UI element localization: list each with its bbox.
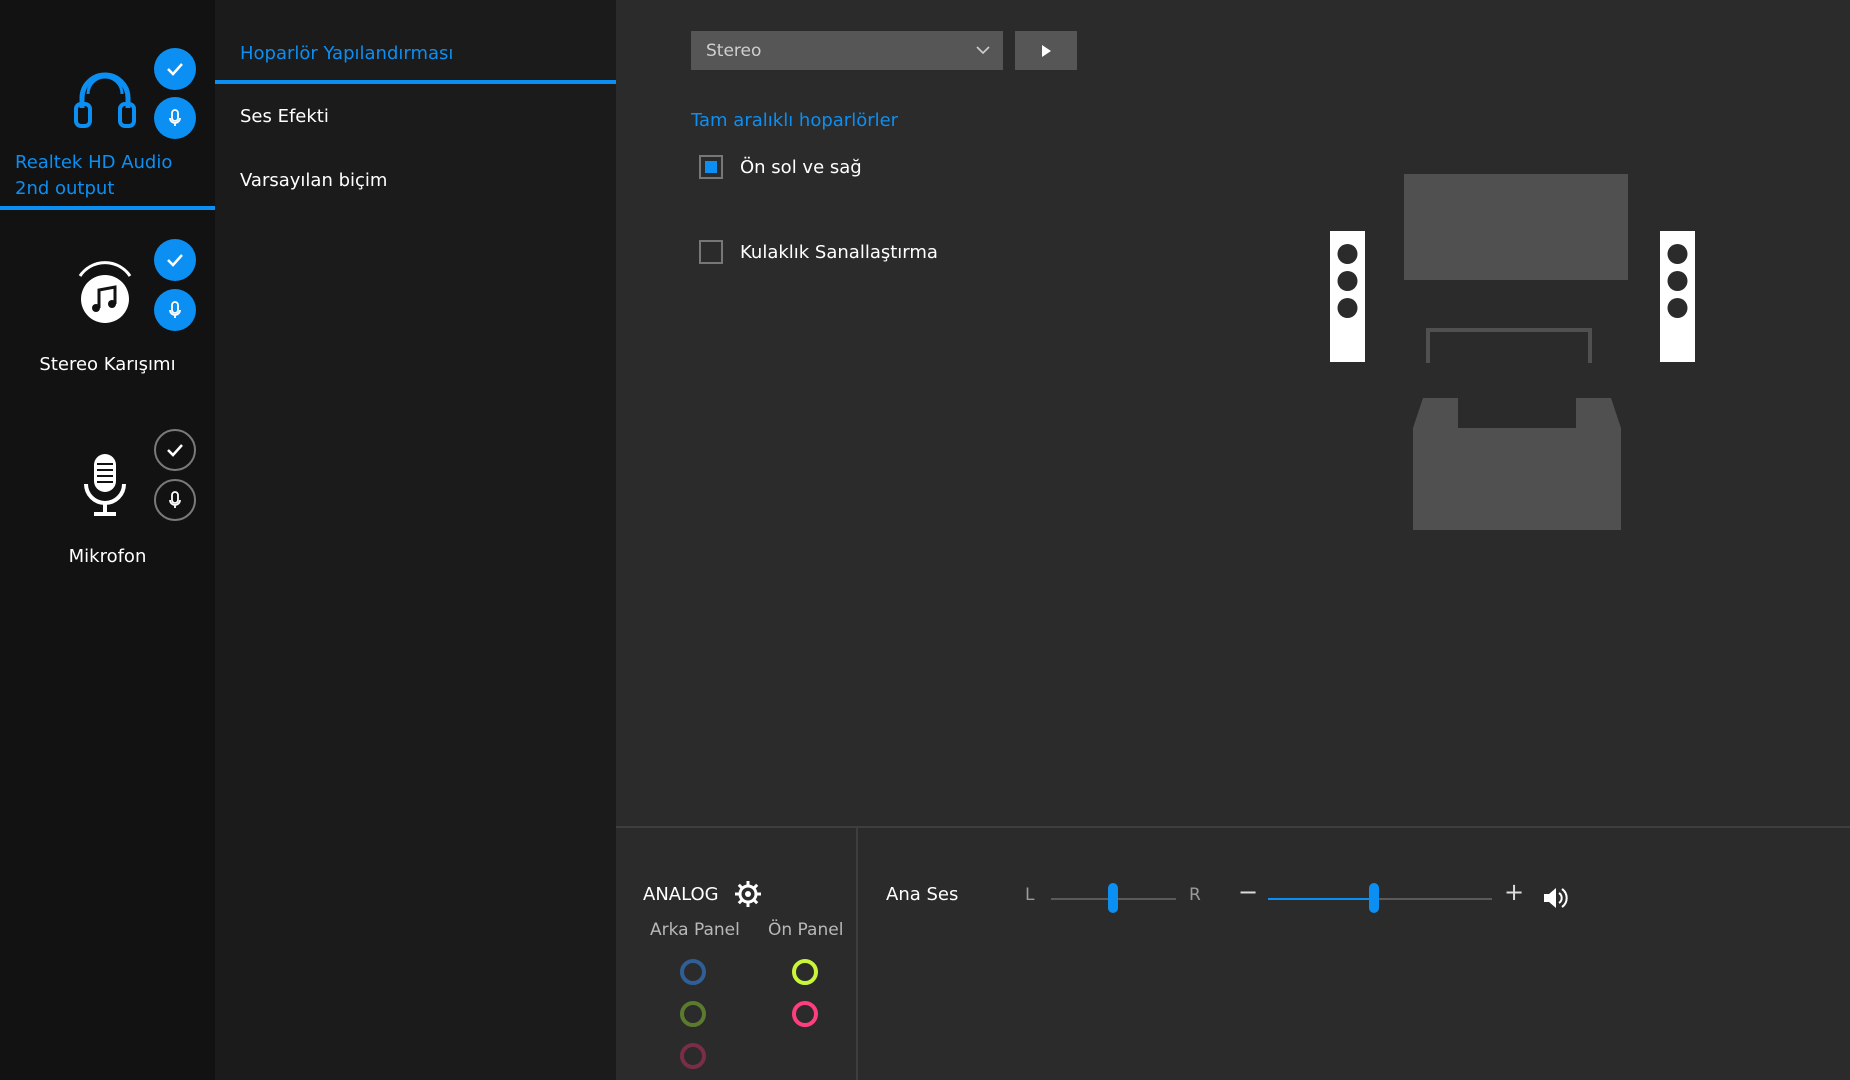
headphones-icon bbox=[74, 72, 136, 128]
table-shape bbox=[1426, 328, 1592, 363]
device-label: Realtek HD Audio 2nd output bbox=[15, 152, 173, 199]
microphone-icon bbox=[84, 454, 126, 516]
device-label: Stereo Karışımı bbox=[39, 354, 176, 375]
speaker-config-panel: Stereo Tam aralıklı hoparlörler Ön sol v… bbox=[616, 0, 1850, 826]
speaker-config-dropdown[interactable]: Stereo bbox=[691, 31, 1003, 70]
rear-panel-label: Arka Panel bbox=[650, 920, 740, 940]
default-device-check-icon[interactable] bbox=[154, 429, 196, 471]
option-label: Kulaklık Sanallaştırma bbox=[740, 241, 938, 263]
music-note-icon bbox=[78, 261, 132, 323]
front-left-right-checkbox[interactable] bbox=[699, 155, 723, 179]
full-range-speakers-heading: Tam aralıklı hoparlörler bbox=[691, 110, 899, 131]
speaker-front-right[interactable] bbox=[1660, 231, 1695, 362]
device-microphone[interactable]: Mikrofon bbox=[0, 402, 215, 592]
default-comm-mic-icon[interactable] bbox=[154, 289, 196, 331]
analog-title: ANALOG bbox=[643, 884, 719, 905]
device-sidebar: Realtek HD Audio 2nd output Stereo Karış… bbox=[0, 0, 215, 1080]
default-comm-mic-icon[interactable] bbox=[154, 97, 196, 139]
volume-slider-fill bbox=[1268, 898, 1374, 900]
play-icon bbox=[1042, 44, 1051, 57]
volume-increase-button[interactable]: + bbox=[1504, 878, 1524, 906]
active-device-underline bbox=[0, 206, 215, 210]
tab-speaker-configuration[interactable]: Hoparlör Yapılandırması bbox=[240, 43, 453, 64]
rear-jack-green[interactable] bbox=[680, 1001, 706, 1027]
front-left-right-option[interactable]: Ön sol ve sağ bbox=[699, 155, 862, 179]
checkbox-checked-mark bbox=[705, 161, 717, 173]
volume-slider-thumb[interactable] bbox=[1369, 883, 1379, 913]
sofa-shape bbox=[1413, 398, 1621, 530]
headphone-virtualization-option[interactable]: Kulaklık Sanallaştırma bbox=[699, 240, 938, 264]
rear-jack-blue[interactable] bbox=[680, 959, 706, 985]
speaker-front-left[interactable] bbox=[1330, 231, 1365, 362]
front-jack-pink[interactable] bbox=[792, 1001, 818, 1027]
master-volume-label: Ana Ses bbox=[886, 884, 959, 905]
test-play-button[interactable] bbox=[1015, 31, 1077, 70]
device-realtek-output[interactable]: Realtek HD Audio 2nd output bbox=[0, 0, 215, 212]
default-device-check-icon[interactable] bbox=[154, 48, 196, 90]
tab-default-format[interactable]: Varsayılan biçim bbox=[240, 170, 387, 191]
gear-icon[interactable] bbox=[734, 880, 762, 908]
default-comm-mic-icon[interactable] bbox=[154, 479, 196, 521]
front-jack-green[interactable] bbox=[792, 959, 818, 985]
screen-shape bbox=[1404, 174, 1628, 280]
device-stereo-mix[interactable]: Stereo Karışımı bbox=[0, 212, 215, 402]
device-label: Mikrofon bbox=[68, 546, 147, 567]
bottom-bar: ANALOG Arka Panel Ön Panel Ana Ses L R −… bbox=[616, 826, 1850, 1080]
settings-tabs: Hoparlör Yapılandırması Ses Efekti Varsa… bbox=[215, 0, 616, 1080]
chevron-down-icon bbox=[976, 46, 990, 55]
option-label: Ön sol ve sağ bbox=[740, 156, 862, 178]
tab-sound-effect[interactable]: Ses Efekti bbox=[240, 106, 329, 127]
balance-right-label: R bbox=[1189, 885, 1201, 905]
balance-slider-thumb[interactable] bbox=[1108, 883, 1118, 913]
rear-jack-pink[interactable] bbox=[680, 1043, 706, 1069]
dropdown-value: Stereo bbox=[706, 40, 762, 61]
speaker-volume-icon[interactable] bbox=[1542, 886, 1570, 910]
active-tab-underline bbox=[215, 80, 616, 84]
headphone-virtualization-checkbox[interactable] bbox=[699, 240, 723, 264]
speaker-layout-illustration bbox=[1330, 174, 1695, 530]
volume-decrease-button[interactable]: − bbox=[1238, 878, 1258, 906]
front-panel-label: Ön Panel bbox=[768, 920, 844, 940]
default-device-check-icon[interactable] bbox=[154, 239, 196, 281]
balance-left-label: L bbox=[1025, 885, 1035, 905]
analog-panel: ANALOG Arka Panel Ön Panel bbox=[616, 828, 858, 1080]
